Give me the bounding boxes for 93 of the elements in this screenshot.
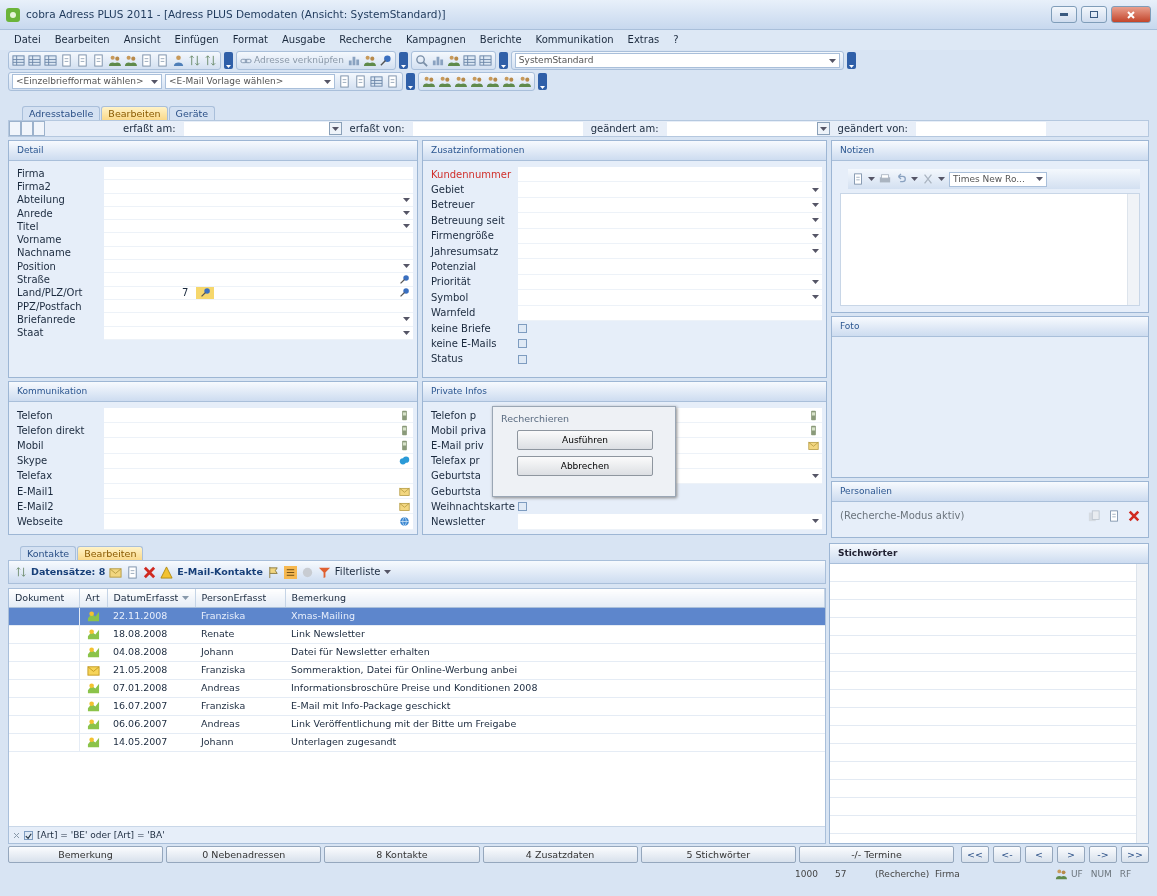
field-label: Firma xyxy=(17,167,46,180)
panel-title: Notizen xyxy=(832,141,1148,161)
field-label: Jahresumsatz xyxy=(431,245,500,258)
field-label: E-Mail priv xyxy=(431,439,485,452)
table-cell: Johann xyxy=(195,733,285,751)
table-cell: 07.01.2008 xyxy=(107,679,195,697)
field-label: keine Briefe xyxy=(431,322,492,335)
column-label: Art xyxy=(85,592,100,604)
table-cell: Unterlagen zugesandt xyxy=(285,733,825,751)
field-label: Position xyxy=(17,260,57,273)
table-cell: 04.08.2008 xyxy=(107,643,195,661)
field-label: Mobil priva xyxy=(431,424,488,437)
panel-title: Kommunikation xyxy=(9,382,417,402)
field-label: Telefax pr xyxy=(431,455,481,468)
field-label: Telefon direkt xyxy=(17,424,86,437)
table-cell: Informationsbroschüre Preise und Konditionen 2008 xyxy=(285,679,825,697)
button-label: Adresse verknüpfen xyxy=(254,55,344,66)
field-label: PPZ/Postfach xyxy=(17,300,83,313)
filter-text: [Art] = 'BE' oder [Art] = 'BA' xyxy=(37,829,165,841)
table-cell: 18.08.2008 xyxy=(107,625,195,643)
field-label: Staat xyxy=(17,327,45,340)
field-label: Telefax xyxy=(17,470,54,483)
field-label: Firma2 xyxy=(17,180,52,193)
column-label: PersonErfasst xyxy=(201,592,267,604)
field-label: Gebiet xyxy=(431,184,466,197)
field-label: Newsletter xyxy=(431,515,487,528)
column-label: DatumErfasst xyxy=(113,592,179,604)
status-indicator: UF xyxy=(1070,868,1084,880)
dropdown-value: <Einzelbriefformat wählen> xyxy=(16,76,144,87)
field-label: E-Mail2 xyxy=(17,500,55,513)
dropdown-value: Times New Ro... xyxy=(953,173,1025,185)
record-count: Datensätze: 8 xyxy=(31,566,106,578)
table-cell: 21.05.2008 xyxy=(107,661,195,679)
status-text: Firma xyxy=(935,868,961,880)
field-label: Warnfeld xyxy=(431,307,477,320)
field-label: E-Mail1 xyxy=(17,485,55,498)
table-cell: E-Mail mit Info-Package geschickt xyxy=(285,697,825,715)
field-label: Potenzial xyxy=(431,261,478,274)
column-label: Bemerkung xyxy=(291,592,347,604)
table-cell: Johann xyxy=(195,643,285,661)
field-label: Betreuung seit xyxy=(431,214,506,227)
status-text: (Recherche) xyxy=(875,868,931,880)
status-text: 1000 xyxy=(795,868,819,880)
panel-title: Detail xyxy=(9,141,417,161)
status-indicator: RF xyxy=(1118,868,1133,880)
field-label: Symbol xyxy=(431,291,470,304)
panel-title: Foto xyxy=(832,317,1148,337)
table-cell: 14.05.2007 xyxy=(107,733,195,751)
field-label: Geburtsta xyxy=(431,485,482,498)
dropdown-value: SystemStandard xyxy=(518,55,594,66)
field-label: Briefanrede xyxy=(17,313,77,326)
table-cell: Link Veröffentlichung mit der Bitte um Freigabe xyxy=(285,715,825,733)
field-label: Kundennummer xyxy=(431,168,512,181)
field-label: Mobil xyxy=(17,439,45,452)
table-cell: 06.06.2007 xyxy=(107,715,195,733)
table-cell: Franziska xyxy=(195,697,285,715)
dialog-title: Recherchieren xyxy=(501,413,571,425)
field-label: Land/PLZ/Ort xyxy=(17,287,84,300)
field-label: Nachname xyxy=(17,247,72,260)
dropdown-value: <E-Mail Vorlage wählen> xyxy=(169,76,284,87)
table-cell: Datei für Newsletter erhalten xyxy=(285,643,825,661)
field-label: Anrede xyxy=(17,207,54,220)
field-label: Status xyxy=(431,353,464,366)
table-cell: 16.07.2007 xyxy=(107,697,195,715)
field-label: Priorität xyxy=(431,276,472,289)
window-title: cobra Adress PLUS 2011 - [Adress PLUS Demodaten (Ansicht: SystemStandard)] xyxy=(26,8,447,21)
field-label: Titel xyxy=(17,220,40,233)
field-label: Webseite xyxy=(17,515,64,528)
field-value: 7 xyxy=(182,286,189,299)
field-label: Skype xyxy=(17,455,49,468)
field-label: Weihnachtskarte xyxy=(431,500,516,513)
table-cell: Andreas xyxy=(195,679,285,697)
table-cell: Link Newsletter xyxy=(285,625,825,643)
panel-title: Zusatzinformationen xyxy=(423,141,826,161)
table-cell: Sommeraktion, Datei für Online-Werbung anbei xyxy=(285,661,825,679)
table-cell: Renate xyxy=(195,625,285,643)
field-label: Abteilung xyxy=(17,194,66,207)
field-label: Telefon xyxy=(17,409,54,422)
mode-text: (Recherche-Modus aktiv) xyxy=(840,510,966,522)
field-label: keine E-Mails xyxy=(431,338,498,350)
field-label: Firmengröße xyxy=(431,230,495,243)
field-label: Geburtsta xyxy=(431,470,482,483)
field-label: Straße xyxy=(17,274,51,286)
field-label: Vorname xyxy=(17,234,63,247)
status-indicator: NUM xyxy=(1089,868,1113,880)
panel-title: Personalien xyxy=(832,482,1148,502)
table-cell: Andreas xyxy=(195,715,285,733)
panel-title: Private Infos xyxy=(423,382,826,402)
column-label: Dokument xyxy=(15,592,65,604)
panel-title: Stichwörter xyxy=(830,544,1148,564)
status-text: 57 xyxy=(835,868,848,880)
field-label: Betreuer xyxy=(431,199,476,212)
table-cell: Franziska xyxy=(195,661,285,679)
